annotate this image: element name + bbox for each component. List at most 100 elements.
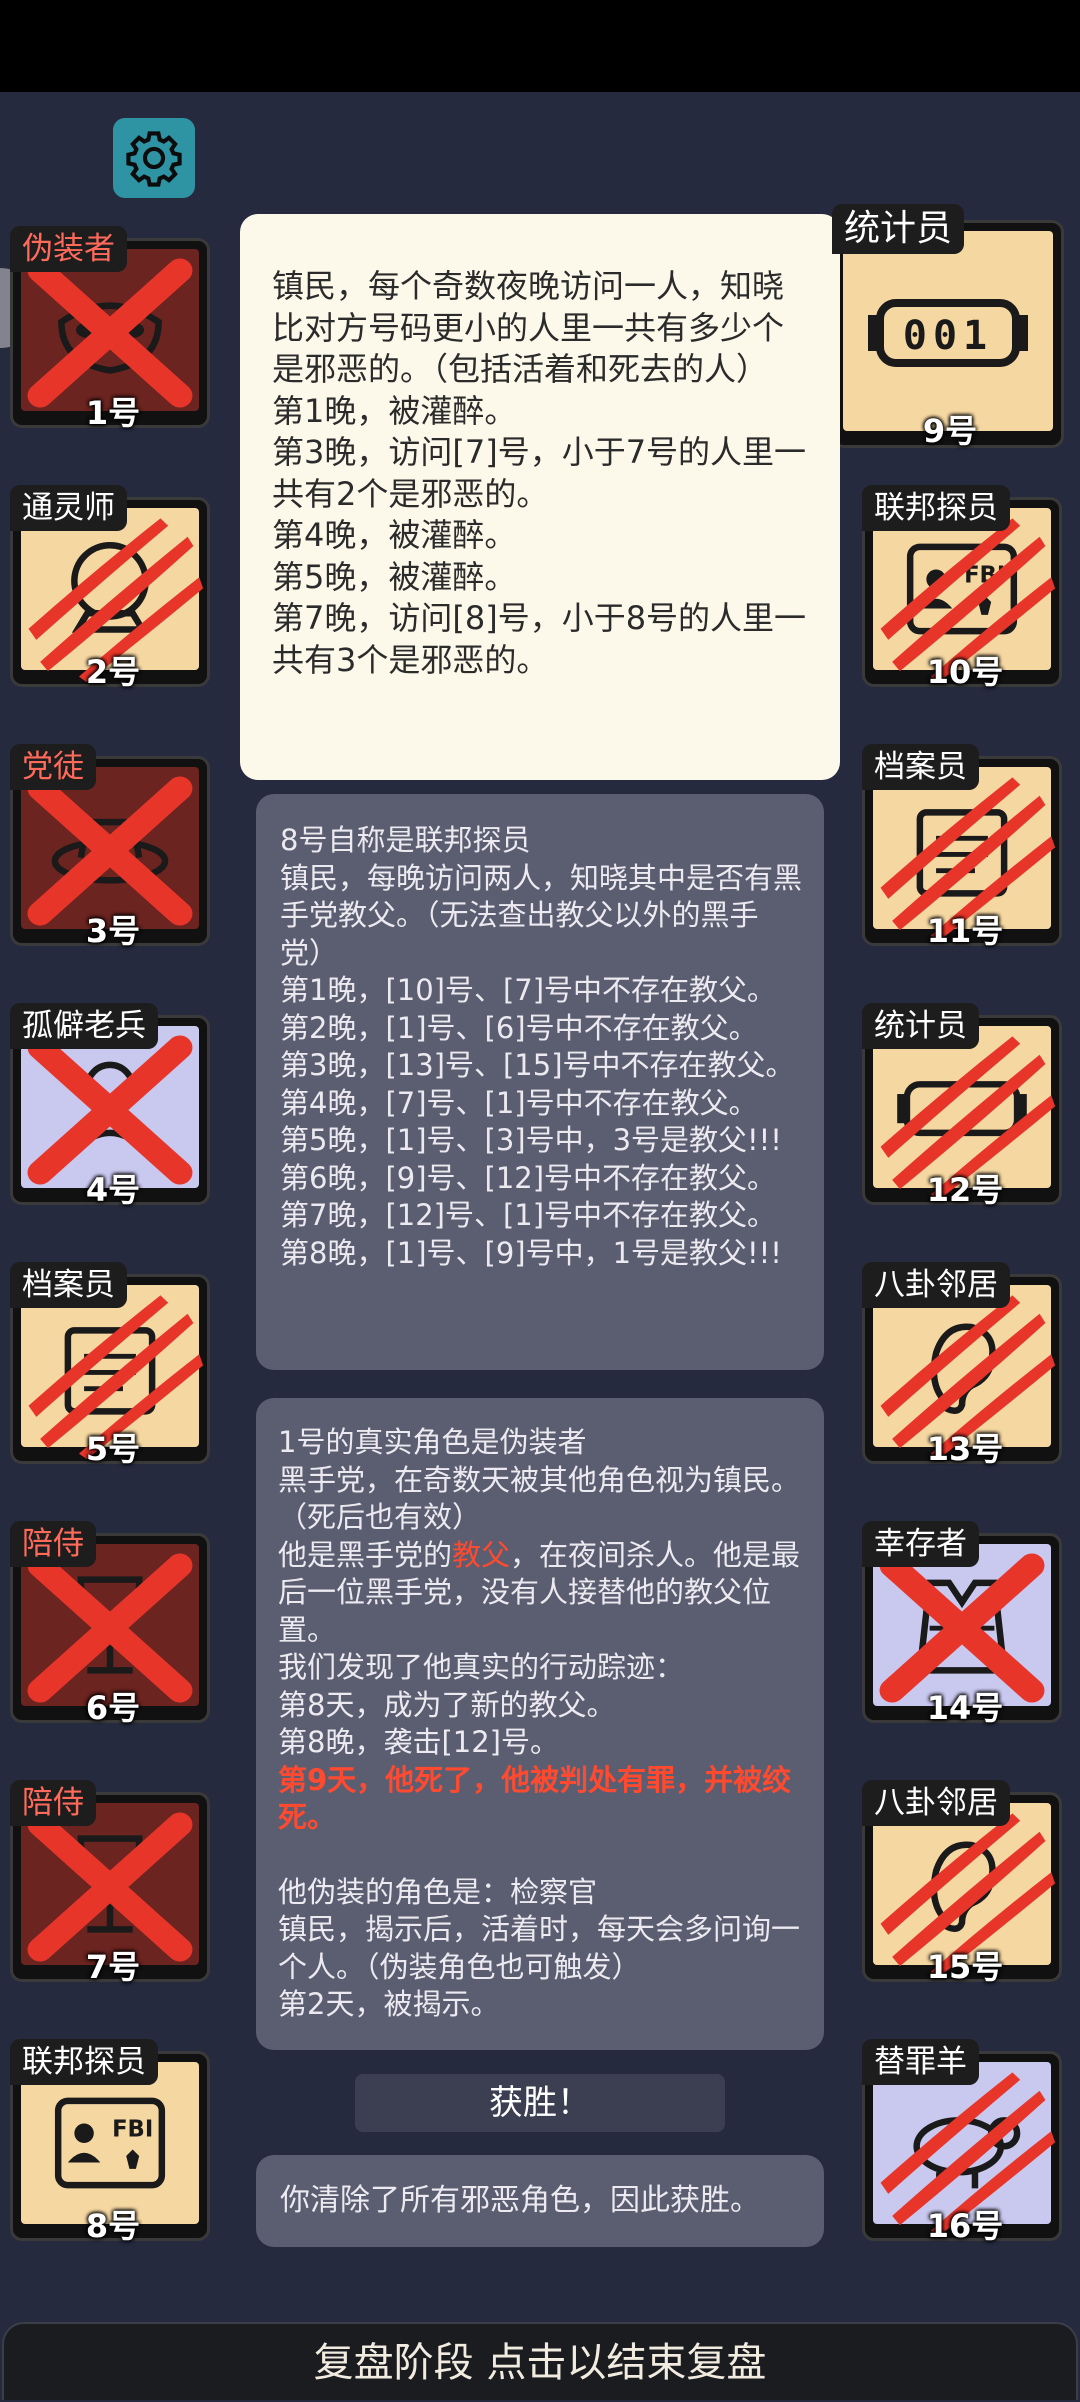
player-number: 11号: [926, 912, 1004, 950]
fbi-badge-icon: FBI: [54, 2097, 166, 2189]
player-number: 10号: [926, 653, 1004, 691]
player-number: 7号: [85, 1948, 141, 1986]
counter-icon: [897, 1081, 1027, 1137]
player-card[interactable]: 陪侍 6号: [10, 1521, 216, 1727]
player-card[interactable]: 通灵师 2号: [10, 485, 216, 691]
role-label: 八卦邻居: [862, 1262, 1010, 1308]
role-label: 陪侍: [10, 1521, 96, 1567]
role-label: 联邦探员: [862, 485, 1010, 531]
player-number: 6号: [85, 1689, 141, 1727]
veteran-icon: [67, 1061, 153, 1158]
reveal-actions: 我们发现了他真实的行动踪迹： 第8天，成为了新的教父。 第8晚，袭击[12]号。: [278, 1650, 685, 1759]
player-card[interactable]: 八卦邻居 13号: [862, 1262, 1068, 1468]
player-card[interactable]: 八卦邻居 15号: [862, 1780, 1068, 1986]
card-portrait: [21, 1803, 199, 1965]
role-label: 统计员: [862, 1003, 979, 1049]
svg-text:FBI: FBI: [964, 563, 1005, 589]
role-label: 八卦邻居: [862, 1780, 1010, 1826]
reveal-death: 第9天，他死了，他被判处有罪，并被绞死。: [278, 1762, 792, 1835]
vest-icon: [916, 1579, 1008, 1674]
gear-icon: [126, 131, 182, 187]
card-portrait: [873, 1026, 1051, 1188]
card-portrait: [873, 2062, 1051, 2224]
player-card[interactable]: 001 统计员 9号: [832, 204, 1068, 450]
crystal-ball-icon: [71, 542, 149, 633]
mask-icon: [58, 302, 162, 374]
card-portrait: [873, 1285, 1051, 1447]
end-review-button[interactable]: 复盘阶段 点击以结束复盘: [2, 2322, 1078, 2400]
role-label: 联邦探员: [10, 2039, 158, 2085]
reveal-title: 1号的真实角色是伪装者: [278, 1425, 587, 1459]
role-info-panel: 镇民，每个奇数夜晚访问一人，知晓比对方号码更小的人里一共有多少个是邪恶的。（包括…: [240, 214, 840, 780]
player-number: 5号: [85, 1430, 141, 1468]
reveal-role-pre: 他是黑手党的: [278, 1537, 453, 1572]
card-portrait: [21, 1285, 199, 1447]
role-label: 档案员: [10, 1262, 127, 1308]
player-card[interactable]: 替罪羊 16号: [862, 2039, 1068, 2245]
ear-icon: [930, 1841, 996, 1932]
card-portrait: [21, 508, 199, 670]
settings-button[interactable]: [113, 118, 195, 198]
counter-icon: 001: [868, 299, 1028, 367]
player-number: 8号: [85, 2207, 141, 2245]
svg-text:FBI: FBI: [112, 2117, 153, 2143]
player-card[interactable]: 幸存者 14号: [862, 1521, 1068, 1727]
claim-log-text: 8号自称是联邦探员 镇民，每晚访问两人，知晓其中是否有黑手党教父。（无法查出教父…: [280, 823, 803, 1270]
role-label: 伪装者: [10, 226, 127, 272]
counter-readout: 001: [903, 313, 993, 359]
player-number: 13号: [926, 1430, 1004, 1468]
player-number: 1号: [85, 394, 141, 432]
player-number: 3号: [85, 912, 141, 950]
victory-panel: 你清除了所有邪恶角色，因此获胜。: [256, 2155, 824, 2247]
sheep-icon: [913, 2117, 1021, 2189]
card-portrait: FBI: [21, 2062, 199, 2224]
folder-icon: [64, 1327, 156, 1415]
player-card[interactable]: FBI 联邦探员 8号: [10, 2039, 216, 2245]
role-info-text: 镇民，每个奇数夜晚访问一人，知晓比对方号码更小的人里一共有多少个是邪恶的。（包括…: [272, 267, 807, 679]
reveal-role-line: 他是黑手党的教父，在夜间杀人。他是最后一位黑手党，没有人接替他的教父位置。: [278, 1537, 806, 1650]
role-label: 孤僻老兵: [10, 1003, 158, 1049]
player-card[interactable]: 孤僻老兵 4号: [10, 1003, 216, 1209]
role-label: 替罪羊: [862, 2039, 979, 2085]
card-portrait: [873, 1803, 1051, 1965]
role-label: 党徒: [10, 744, 96, 790]
player-card[interactable]: 档案员 11号: [862, 744, 1068, 950]
reveal-desc: 黑手党，在奇数天被其他角色视为镇民。（死后也有效）: [278, 1462, 801, 1535]
card-portrait: [21, 767, 199, 929]
victory-label: 获胜！: [355, 2074, 725, 2132]
card-portrait: [21, 1544, 199, 1706]
claim-log-panel: 8号自称是联邦探员 镇民，每晚访问两人，知晓其中是否有黑手党教父。（无法查出教父…: [256, 794, 824, 1370]
player-number: 16号: [926, 2207, 1004, 2245]
role-label: 档案员: [862, 744, 979, 790]
player-number: 4号: [85, 1171, 141, 1209]
victory-text: 你清除了所有邪恶角色，因此获胜。: [280, 2183, 760, 2218]
card-portrait: 001: [843, 231, 1053, 431]
player-card[interactable]: 伪装者 1号: [10, 226, 216, 432]
card-portrait: FBI: [873, 508, 1051, 670]
player-card[interactable]: FBI 联邦探员 10号: [862, 485, 1068, 691]
player-card[interactable]: 档案员 5号: [10, 1262, 216, 1468]
fbi-badge-icon: FBI: [906, 543, 1018, 635]
folder-icon: [916, 809, 1008, 897]
role-label: 陪侍: [10, 1780, 96, 1826]
status-bar: [0, 0, 1080, 92]
player-card[interactable]: 统计员 12号: [862, 1003, 1068, 1209]
hat-icon: [51, 818, 169, 884]
wine-glass-icon: [77, 1576, 143, 1674]
player-number: 15号: [926, 1948, 1004, 1986]
reveal-disguise: 他伪装的角色是：检察官 镇民，揭示后，活着时，每天会多问询一个人。（伪装角色也可…: [278, 1874, 801, 2022]
card-portrait: [21, 249, 199, 411]
card-portrait: [873, 1544, 1051, 1706]
player-number: 2号: [85, 653, 141, 691]
role-label: 幸存者: [862, 1521, 979, 1567]
player-card[interactable]: 党徒 3号: [10, 744, 216, 950]
reveal-panel: 1号的真实角色是伪装者 黑手党，在奇数天被其他角色视为镇民。（死后也有效） 他是…: [256, 1398, 824, 2050]
card-portrait: [21, 1026, 199, 1188]
player-card[interactable]: 陪侍 7号: [10, 1780, 216, 1986]
role-label: 通灵师: [10, 485, 127, 531]
role-label: 统计员: [832, 204, 965, 254]
ear-icon: [930, 1323, 996, 1414]
player-number: 12号: [926, 1171, 1004, 1209]
reveal-role-highlight: 教父: [452, 1537, 511, 1572]
